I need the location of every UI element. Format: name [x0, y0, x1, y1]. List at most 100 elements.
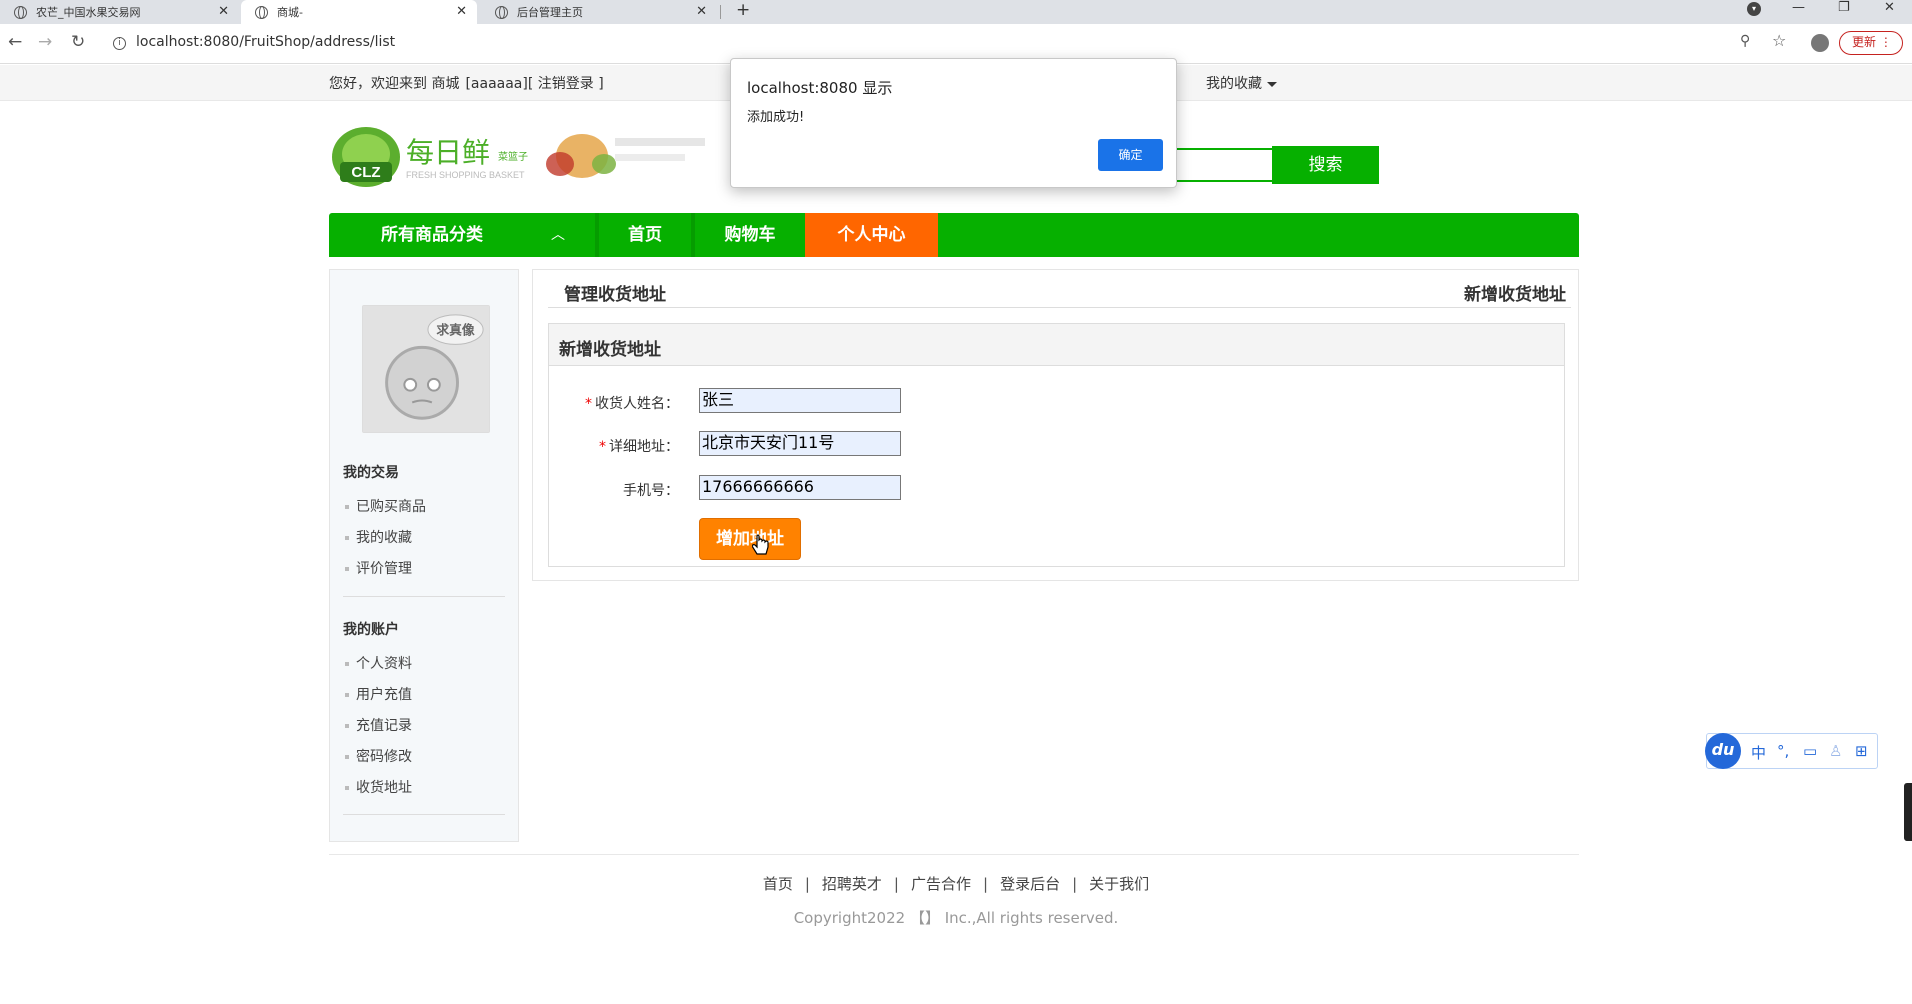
chevron-up-icon: ︿ [551, 227, 565, 243]
sidebar: 求真像 我的交易 已购买商品 我的收藏 评价管理 我的账户 个人资料 用户充值 … [329, 269, 519, 842]
sidebar-divider [343, 596, 505, 597]
section-my-account: 我的账户 [343, 622, 399, 638]
sidebar-item-recharge-history[interactable]: 充值记录 [345, 715, 412, 735]
footer-link-about[interactable]: 关于我们 [1089, 875, 1149, 893]
address-panel: 管理收货地址 新增收货地址 新增收货地址 * 收货人姓名： 张三 * 详细地址： 北… [532, 269, 1579, 581]
close-icon[interactable]: ✕ [456, 4, 467, 19]
user-icon[interactable]: ♙ [1829, 742, 1842, 760]
address-input[interactable]: 北京市天安门11号 [699, 431, 901, 456]
sidebar-divider [343, 814, 505, 815]
separator: | [804, 875, 810, 893]
browser-tab-active[interactable]: 商城- ✕ [241, 0, 477, 24]
browser-tab[interactable]: 农芒_中国水果交易网 ✕ [0, 0, 239, 24]
hand-cursor-icon [752, 534, 769, 555]
browser-tab-bar: 农芒_中国水果交易网 ✕ 商城- ✕ 后台管理主页 ✕ + ▾ — ❐ ✕ [0, 0, 1912, 24]
sidebar-item-password[interactable]: 密码修改 [345, 746, 412, 766]
tab-title: 商城- [277, 6, 303, 19]
sidebar-item-purchased[interactable]: 已购买商品 [345, 496, 426, 516]
logo-tagline: FRESH SHOPPING BASKET [406, 170, 525, 180]
welcome-text: 您好，欢迎来到 商城 [aaaaaa][ 注销登录 ] [329, 73, 610, 93]
footer-link-ads[interactable]: 广告合作 [911, 875, 971, 893]
caret-down-icon [1267, 81, 1277, 87]
copyright: Copyright2022 【】 Inc.,All rights reserve… [793, 909, 1119, 927]
reload-icon[interactable]: ↻ [71, 32, 85, 52]
logo-text: 每日鲜 [406, 136, 490, 169]
nav-cart[interactable]: 购物车 [695, 213, 805, 257]
punctuation-icon[interactable]: °, [1777, 742, 1789, 760]
minimize-icon[interactable]: — [1792, 0, 1805, 16]
new-tab-icon[interactable]: + [736, 0, 750, 20]
grid-icon[interactable]: ⊞ [1855, 742, 1868, 760]
ime-mode[interactable]: 中 [1751, 742, 1766, 763]
info-icon[interactable]: i [113, 37, 126, 50]
nav-personal-center[interactable]: 个人中心 [805, 213, 938, 257]
footer-link-home[interactable]: 首页 [763, 875, 793, 893]
address-label: * 详细地址： [549, 436, 679, 456]
logo-badge: CLZ [351, 164, 380, 181]
separator: | [1072, 875, 1078, 893]
form-header: 新增收货地址 [549, 324, 1564, 366]
title-divider [548, 307, 1571, 308]
alert-ok-button[interactable]: 确定 [1098, 139, 1163, 171]
footer-divider [329, 854, 1579, 855]
close-icon[interactable]: ✕ [696, 4, 707, 19]
separator: | [893, 875, 899, 893]
site-logo[interactable]: CLZ 每日鲜 菜篮子 FRESH SHOPPING BASKET [330, 124, 708, 190]
footer-link-admin[interactable]: 登录后台 [1000, 875, 1060, 893]
forward-icon[interactable]: → [38, 32, 52, 52]
profile-icon[interactable] [1811, 34, 1829, 52]
sidebar-item-recharge[interactable]: 用户充值 [345, 684, 412, 704]
window-close-icon[interactable]: ✕ [1884, 0, 1895, 16]
form-title: 新增收货地址 [559, 340, 661, 360]
update-button[interactable]: 更新 ⋮ [1839, 31, 1903, 55]
browser-tab[interactable]: 后台管理主页 ✕ [481, 0, 717, 24]
page-title: 管理收货地址 [564, 285, 666, 305]
keyboard-icon[interactable]: ▭ [1803, 742, 1817, 760]
back-icon[interactable]: ← [8, 32, 22, 52]
category-label: 所有商品分类 [381, 225, 483, 245]
search-input[interactable] [1168, 148, 1272, 182]
add-address-button[interactable]: 增加地址 [699, 518, 801, 560]
separator: | [983, 875, 989, 893]
ime-toolbar[interactable]: du 中 °, ▭ ♙ ⊞ [1705, 733, 1878, 769]
address-bar[interactable]: localhost:8080/FruitShop/address/list [136, 34, 395, 50]
sidebar-item-favorites[interactable]: 我的收藏 [345, 527, 412, 547]
phone-label: 手机号： [623, 483, 679, 499]
tab-title: 后台管理主页 [517, 6, 583, 19]
sidebar-item-address[interactable]: 收货地址 [345, 777, 412, 797]
receiver-name-input[interactable]: 张三 [699, 388, 901, 413]
restore-icon[interactable]: ❐ [1838, 0, 1850, 16]
bookmark-star-icon[interactable]: ☆ [1772, 31, 1786, 50]
sidebar-item-profile[interactable]: 个人资料 [345, 653, 412, 673]
receiver-name-label: * 收货人姓名： [549, 393, 679, 413]
edge-panel-handle[interactable] [1904, 783, 1912, 841]
avatar: 求真像 [362, 305, 490, 433]
category-menu[interactable]: 所有商品分类 ︿ [329, 213, 595, 257]
label-text: 详细地址： [609, 439, 679, 455]
ime-logo[interactable]: du [1705, 733, 1741, 769]
new-address-link[interactable]: 新增收货地址 [1464, 280, 1566, 305]
close-icon[interactable]: ✕ [218, 4, 229, 19]
favorites-menu[interactable]: 我的收藏 [1206, 73, 1277, 93]
section-my-trades: 我的交易 [343, 465, 399, 481]
logo-sub: 菜篮子 [498, 150, 528, 163]
greeting: 您好，欢迎来到 商城 [329, 76, 460, 92]
tab-title: 农芒_中国水果交易网 [36, 6, 141, 19]
logout-link[interactable]: [ 注销登录 ] [528, 76, 604, 92]
zoom-icon[interactable]: ⚲ [1740, 33, 1750, 49]
tab-search-icon[interactable]: ▾ [1747, 2, 1761, 16]
globe-icon [255, 5, 268, 19]
update-label: 更新 [1852, 35, 1877, 49]
label-text: 收货人姓名： [595, 396, 679, 412]
nav-home[interactable]: 首页 [599, 213, 691, 257]
alert-message: 添加成功! [747, 110, 805, 125]
alert-title: localhost:8080 显示 [747, 79, 893, 97]
footer-link-jobs[interactable]: 招聘英才 [822, 875, 882, 893]
required-mark: * [585, 396, 592, 412]
phone-input[interactable]: 17666666666 [699, 475, 901, 500]
tab-separator [720, 5, 721, 19]
username: [aaaaaa] [465, 76, 528, 92]
search-button[interactable]: 搜索 [1272, 146, 1379, 184]
sidebar-item-reviews[interactable]: 评价管理 [345, 558, 412, 578]
globe-icon [495, 5, 508, 19]
